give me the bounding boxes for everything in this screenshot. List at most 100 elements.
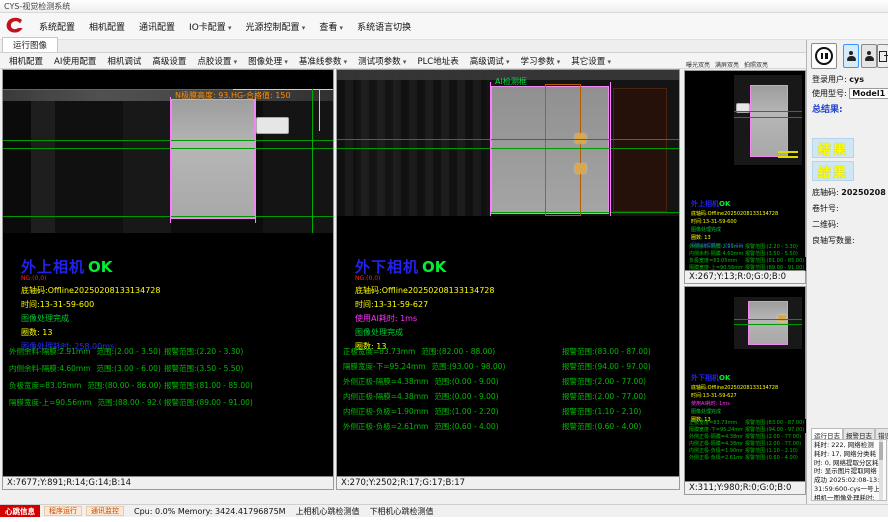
- measurement-range: 范围:(93.00 - 98.00): [432, 362, 506, 371]
- comm-monitor-chip[interactable]: 通讯监控: [86, 506, 124, 516]
- measurement-range: 范围:(1.00 - 2.20): [434, 407, 498, 416]
- model-input[interactable]: Model1: [849, 88, 888, 99]
- tool-advanced-debug[interactable]: 高级调试: [465, 53, 516, 69]
- axis-code-label: 底轴码:: [812, 188, 839, 197]
- preview-panel-upper: 外上相机OK 底轴码:Offline20250208133134728 时间:1…: [684, 70, 806, 284]
- pause-button[interactable]: [811, 43, 837, 69]
- battery-cell-region: [750, 85, 788, 157]
- result-text: 结果: [818, 139, 848, 158]
- measurement-row: 负极宽度=83.05mm范围:(80.00 - 86.00) 报警范围:(81.…: [3, 380, 333, 397]
- menu-system-config[interactable]: 系统配置: [32, 17, 82, 36]
- measurement-list: 外侧余料-隔膜:2.91mm范围:(2.00 - 3.50) 报警范围:(2.2…: [3, 346, 333, 414]
- upper-camera-heartbeat: 上相机心跳检测值: [296, 506, 360, 517]
- exit-button[interactable]: [877, 44, 888, 68]
- cursor-status-bar: X:267;Y:13;R:0;G:0;B:0: [685, 270, 805, 283]
- measurement-alarm: 报警范围:(0.60 - 4.00): [559, 421, 644, 432]
- camera-panel-lower: AI检测框 外下相机OK NG:(0,0) 底轴码:Offline2025020…: [336, 69, 680, 490]
- measurement-alarm: 报警范围:(83.00 - 87.00): [743, 419, 806, 426]
- measurement-name: 内侧正极-负极=1.90mm: [689, 447, 746, 454]
- measurement-name: 外侧正极-负极=2.61mm: [343, 422, 428, 431]
- measurement-alarm: 报警范围:(94.00 - 97.00): [743, 426, 806, 433]
- measurement-alarm: 报警范围:(2.00 - 77.00): [743, 433, 803, 440]
- measurement-alarm: 报警范围:(3.50 - 5.50): [161, 363, 246, 374]
- preview-panel-lower: 外下相机OK 底轴码:Offline20250208133134728 时间:1…: [684, 286, 806, 495]
- camera-name-label: 外上相机: [691, 200, 719, 208]
- info-line: 时间:13-31-59-600: [691, 218, 778, 225]
- model-label: 使用型号:: [812, 89, 847, 98]
- ai-box-label: AI检测框: [495, 76, 527, 87]
- tab-connector: [256, 117, 289, 134]
- measurement-range: 范围:(0.00 - 9.00): [434, 377, 498, 386]
- pause-icon: [815, 47, 833, 65]
- result-ok-label: OK: [422, 258, 446, 276]
- measure-line: [3, 148, 333, 149]
- measure-line: [3, 216, 333, 217]
- result-text: 结果: [818, 162, 848, 181]
- cpu-memory-status: Cpu: 0.0% Memory: 3424.41796875M: [134, 507, 286, 516]
- tool-ai-usage-config[interactable]: AI使用配置: [49, 53, 102, 69]
- menu-light-control-config[interactable]: 光源控制配置: [239, 17, 313, 36]
- log-scrollbar-thumb[interactable]: [879, 442, 883, 460]
- tool-plc-address-table[interactable]: PLC地址表: [412, 53, 464, 69]
- tool-camera-debug[interactable]: 相机调试: [102, 53, 147, 69]
- result-ok-label: OK: [88, 258, 112, 276]
- preview-header-label-2: 满屏双亮: [715, 60, 739, 69]
- statusbar: 心跳信息 程序运行 通讯监控 Cpu: 0.0% Memory: 3424.41…: [0, 504, 888, 517]
- menu-camera-config[interactable]: 相机配置: [82, 17, 132, 36]
- mini-result-block: 外下相机OK 底轴码:Offline20250208133134728 时间:1…: [691, 373, 778, 423]
- camera-name-label: 外下相机: [691, 374, 719, 382]
- measurement-row: 外侧正极-负极=2.61mm 范围:(0.60 - 4.00) 报警范围:(0.6…: [337, 421, 679, 436]
- program-running-chip[interactable]: 程序运行: [44, 506, 82, 516]
- measurement-alarm: 报警范围:(2.20 - 3.30): [161, 346, 246, 357]
- measurement-name: 内侧余料-隔膜:4.60mm: [9, 364, 91, 373]
- camera-image-upper[interactable]: N极膜高度: 93.HG-合格值: 150: [3, 89, 333, 233]
- tool-advanced-settings[interactable]: 高级设置: [147, 53, 192, 69]
- measurement-list: 正极宽度=83.73mm范围:(82.00 - 88.00) 报警范围:(83.…: [337, 346, 679, 436]
- info-line: 底轴码:Offline20250208133134728: [355, 285, 494, 296]
- measurement-alarm: 报警范围:(0.60 - 4.00): [743, 454, 800, 461]
- measurement-name: 隔膜宽度-下=95.24mm: [343, 362, 426, 371]
- user-icon: [847, 51, 856, 61]
- measure-line: [3, 140, 333, 141]
- info-line: 时间:13-31-59-627: [355, 299, 494, 310]
- overlay-text-mini: [778, 151, 798, 153]
- tool-learning-params[interactable]: 学习参数: [516, 53, 567, 69]
- camera-image-lower[interactable]: AI检测框: [337, 70, 679, 216]
- preview-image-lower[interactable]: [734, 297, 802, 349]
- preview-image-upper[interactable]: [734, 75, 802, 165]
- info-line: 圈数: 13: [691, 234, 778, 241]
- camera-name-label: 外下相机: [355, 258, 419, 276]
- measure-line: [734, 324, 802, 325]
- log-text-area[interactable]: 耗时: 222, 网络检测耗时: 17, 网络分类耗时: 0, 网络提取分区耗时…: [811, 439, 887, 501]
- menu-language-switch[interactable]: 系统语言切换: [350, 17, 418, 36]
- tab-run-image[interactable]: 运行图像: [2, 37, 58, 52]
- total-result-label: 总结果:: [812, 102, 843, 115]
- menu-comm-config[interactable]: 通讯配置: [132, 17, 182, 36]
- measurement-row: 隔膜宽度-下=95.24mm范围:(93.00 - 98.00) 报警范围:(9…: [337, 361, 679, 376]
- user-button[interactable]: [843, 44, 859, 68]
- measurement-name: 内侧余料-隔膜:4.60mm: [689, 250, 743, 257]
- measurement-name: 外侧余料-隔膜:2.91mm: [689, 243, 743, 250]
- edge-marker: [170, 97, 171, 223]
- mini-measurement-list: 外侧余料-隔膜:2.91mm报警范围:(2.20 - 3.30) 内侧余料-隔膜…: [685, 243, 805, 271]
- lock-button[interactable]: [861, 44, 877, 68]
- tool-test-item-params[interactable]: 测试项参数: [353, 53, 412, 69]
- measurement-range: 范围:(0.60 - 4.00): [434, 422, 498, 431]
- measurement-range: 范围:(2.00 - 3.50): [97, 347, 161, 356]
- menu-view[interactable]: 查看: [312, 17, 350, 36]
- measurement-name: 隔膜宽度-下=95.24mm: [689, 426, 744, 433]
- tool-baseline-params[interactable]: 基准线参数: [294, 53, 353, 69]
- overlay-text-mini: [778, 156, 798, 158]
- edge-marker: [319, 89, 320, 131]
- measurement-name: 外侧正极-负极=2.61mm: [689, 454, 746, 461]
- tool-glue-settings[interactable]: 点胶设置: [192, 53, 243, 69]
- tool-camera-config[interactable]: 相机配置: [4, 53, 49, 69]
- sidebar-buttons: [811, 43, 887, 71]
- edge-marker: [312, 89, 313, 233]
- tool-other-settings[interactable]: 其它设置: [566, 53, 617, 69]
- menu-io-card-config[interactable]: IO卡配置: [182, 17, 239, 36]
- result-ok-label: OK: [719, 200, 730, 208]
- measurement-row: 内侧正极-负极=1.90mm范围:(1.00 - 2.20) 报警范围:(1.1…: [337, 406, 679, 421]
- measurement-name: 内侧正极-隔膜=4.38mm: [343, 392, 428, 401]
- tool-image-processing[interactable]: 图像处理: [243, 53, 294, 69]
